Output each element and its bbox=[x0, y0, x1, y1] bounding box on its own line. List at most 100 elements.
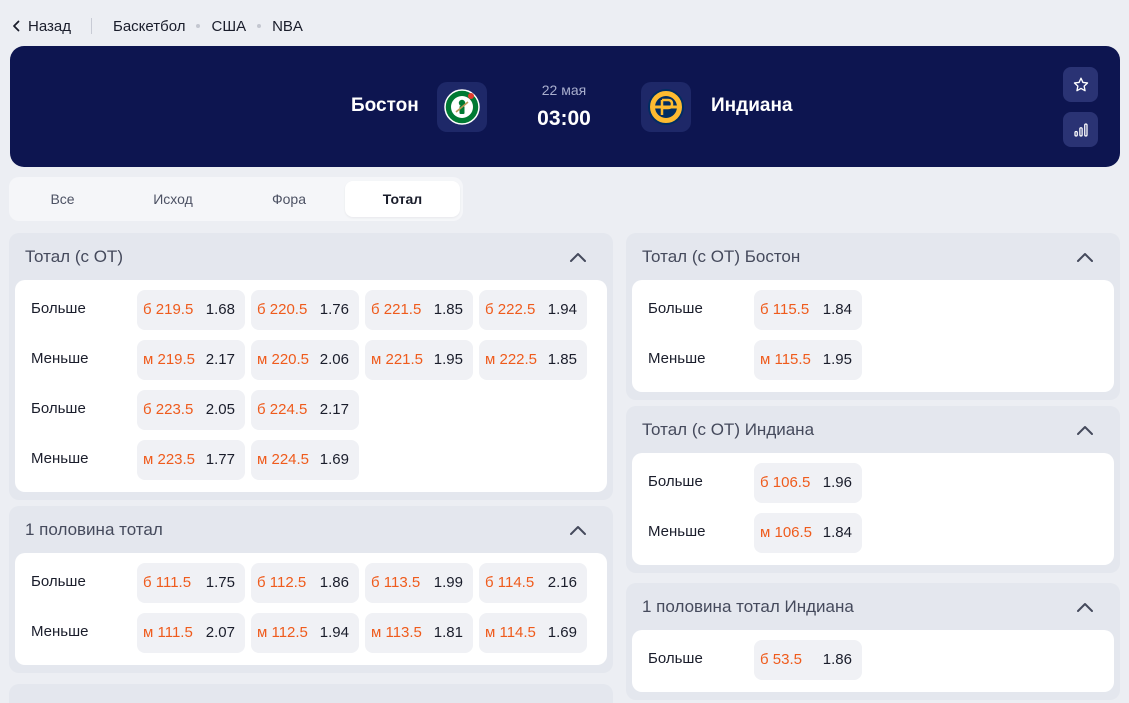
market-odds-panel: Больше б 111.5 1.75 б 112.5 1.86 б 113.5 1.99 б… bbox=[15, 553, 607, 665]
away-team-name: Индиана bbox=[711, 95, 793, 116]
market-card bbox=[9, 684, 613, 703]
odds-button[interactable]: б 115.5 1.84 bbox=[754, 290, 862, 330]
breadcrumb-league[interactable]: NBA bbox=[272, 18, 303, 35]
odds-value: 1.69 bbox=[547, 624, 577, 641]
tab-total[interactable]: Тотал bbox=[345, 181, 460, 217]
odds-button[interactable]: б 53.5 1.86 bbox=[754, 640, 862, 680]
breadcrumb-sport[interactable]: Баскетбол bbox=[113, 18, 186, 35]
breadcrumb-separator bbox=[257, 24, 262, 28]
odds-button[interactable]: м 111.5 2.07 bbox=[137, 613, 245, 653]
odds-value: 1.95 bbox=[822, 351, 852, 368]
odds-button[interactable]: м 115.5 1.95 bbox=[754, 340, 862, 380]
stats-icon bbox=[1073, 122, 1088, 137]
odds-button[interactable]: б 223.5 2.05 bbox=[137, 390, 245, 430]
odds-button[interactable]: б 112.5 1.86 bbox=[251, 563, 359, 603]
odds-value: 1.86 bbox=[822, 651, 852, 668]
odds-button[interactable]: б 111.5 1.75 bbox=[137, 563, 245, 603]
odds-value: 1.68 bbox=[205, 301, 235, 318]
market-card: 1 половина тотал Индиана Больше б 53.5 1.86 bbox=[626, 583, 1120, 700]
market-title: Тотал (с ОТ) bbox=[25, 247, 123, 266]
odds-line: б 220.5 bbox=[257, 301, 308, 318]
odds-value: 2.16 bbox=[547, 574, 577, 591]
breadcrumb-separator bbox=[196, 24, 201, 28]
odds-button[interactable]: б 222.5 1.94 bbox=[479, 290, 587, 330]
odds-row-label: Больше bbox=[648, 473, 703, 490]
odds-button[interactable]: м 222.5 1.85 bbox=[479, 340, 587, 380]
divider bbox=[90, 18, 92, 34]
odds-line: б 113.5 bbox=[371, 574, 421, 591]
odds-line: б 112.5 bbox=[257, 574, 307, 591]
odds-button[interactable]: м 224.5 1.69 bbox=[251, 440, 359, 480]
odds-button[interactable]: м 223.5 1.77 bbox=[137, 440, 245, 480]
market-title: 1 половина тотал Индиана bbox=[642, 597, 854, 616]
match-date: 22 мая bbox=[541, 82, 587, 98]
odds-value: 2.06 bbox=[319, 351, 349, 368]
odds-row-label: Меньше bbox=[648, 350, 706, 367]
odds-line: м 222.5 bbox=[485, 351, 538, 368]
odds-value: 1.94 bbox=[319, 624, 349, 641]
odds-line: м 223.5 bbox=[143, 451, 196, 468]
odds-line: б 115.5 bbox=[760, 301, 810, 318]
chevron-up-icon[interactable] bbox=[1076, 601, 1094, 613]
odds-line: б 106.5 bbox=[760, 474, 811, 491]
odds-line: м 115.5 bbox=[760, 351, 811, 368]
odds-button[interactable]: м 112.5 1.94 bbox=[251, 613, 359, 653]
market-odds-panel: Больше б 219.5 1.68 б 220.5 1.76 б 221.5 1.85 б… bbox=[15, 280, 607, 492]
favorite-button[interactable] bbox=[1063, 67, 1098, 102]
tab-handicap[interactable]: Фора bbox=[234, 181, 344, 217]
chevron-up-icon[interactable] bbox=[569, 524, 587, 536]
odds-button[interactable]: м 220.5 2.06 bbox=[251, 340, 359, 380]
chevron-up-icon[interactable] bbox=[1076, 251, 1094, 263]
market-card: Тотал (с ОТ) Индиана Больше б 106.5 1.96 Мен… bbox=[626, 406, 1120, 573]
odds-line: м 114.5 bbox=[485, 624, 536, 641]
chevron-left-icon bbox=[13, 20, 20, 32]
breadcrumb-country[interactable]: США bbox=[211, 18, 246, 35]
odds-row-label: Меньше bbox=[31, 450, 89, 467]
odds-line: б 221.5 bbox=[371, 301, 422, 318]
odds-line: б 114.5 bbox=[485, 574, 535, 591]
odds-button[interactable]: б 113.5 1.99 bbox=[365, 563, 473, 603]
odds-button[interactable]: б 221.5 1.85 bbox=[365, 290, 473, 330]
odds-value: 1.85 bbox=[547, 351, 577, 368]
odds-row-label: Меньше bbox=[31, 623, 89, 640]
statistics-button[interactable] bbox=[1063, 112, 1098, 147]
odds-button[interactable]: б 114.5 2.16 bbox=[479, 563, 587, 603]
back-label: Назад bbox=[28, 17, 71, 35]
odds-line: б 223.5 bbox=[143, 401, 194, 418]
odds-button[interactable]: м 106.5 1.84 bbox=[754, 513, 862, 553]
odds-value: 2.07 bbox=[205, 624, 235, 641]
odds-button[interactable]: б 219.5 1.68 bbox=[137, 290, 245, 330]
odds-line: м 111.5 bbox=[143, 624, 193, 641]
odds-button[interactable]: м 221.5 1.95 bbox=[365, 340, 473, 380]
odds-button[interactable]: б 220.5 1.76 bbox=[251, 290, 359, 330]
tab-outcome[interactable]: Исход bbox=[121, 181, 225, 217]
odds-row-label: Больше bbox=[31, 400, 86, 417]
market-odds-panel: Больше б 53.5 1.86 bbox=[632, 630, 1114, 692]
odds-value: 2.05 bbox=[205, 401, 235, 418]
match-time: 03:00 bbox=[537, 107, 591, 130]
odds-value: 1.84 bbox=[822, 524, 852, 541]
home-team-name: Бостон bbox=[351, 95, 419, 116]
odds-button[interactable]: б 106.5 1.96 bbox=[754, 463, 862, 503]
tab-all[interactable]: Все bbox=[13, 181, 112, 217]
odds-value: 1.81 bbox=[433, 624, 463, 641]
chevron-up-icon[interactable] bbox=[569, 251, 587, 263]
odds-row-label: Меньше bbox=[31, 350, 89, 367]
market-card: Тотал (с ОТ) Бостон Больше б 115.5 1.84 Мень… bbox=[626, 233, 1120, 400]
market-title: 1 половина тотал bbox=[25, 520, 163, 539]
odds-button[interactable]: б 224.5 2.17 bbox=[251, 390, 359, 430]
odds-row-label: Меньше bbox=[648, 523, 706, 540]
back-link[interactable]: Назад bbox=[12, 18, 71, 35]
odds-value: 1.84 bbox=[822, 301, 852, 318]
chevron-up-icon[interactable] bbox=[1076, 424, 1094, 436]
odds-line: б 53.5 bbox=[760, 651, 802, 668]
odds-button[interactable]: м 219.5 2.17 bbox=[137, 340, 245, 380]
odds-row-label: Больше bbox=[31, 573, 86, 590]
odds-value: 1.76 bbox=[319, 301, 349, 318]
odds-button[interactable]: м 113.5 1.81 bbox=[365, 613, 473, 653]
celtics-logo-icon bbox=[437, 82, 487, 132]
odds-line: м 221.5 bbox=[371, 351, 424, 368]
odds-line: м 112.5 bbox=[257, 624, 308, 641]
odds-button[interactable]: м 114.5 1.69 bbox=[479, 613, 587, 653]
market-odds-panel: Больше б 106.5 1.96 Меньше м 106.5 1.84 bbox=[632, 453, 1114, 565]
